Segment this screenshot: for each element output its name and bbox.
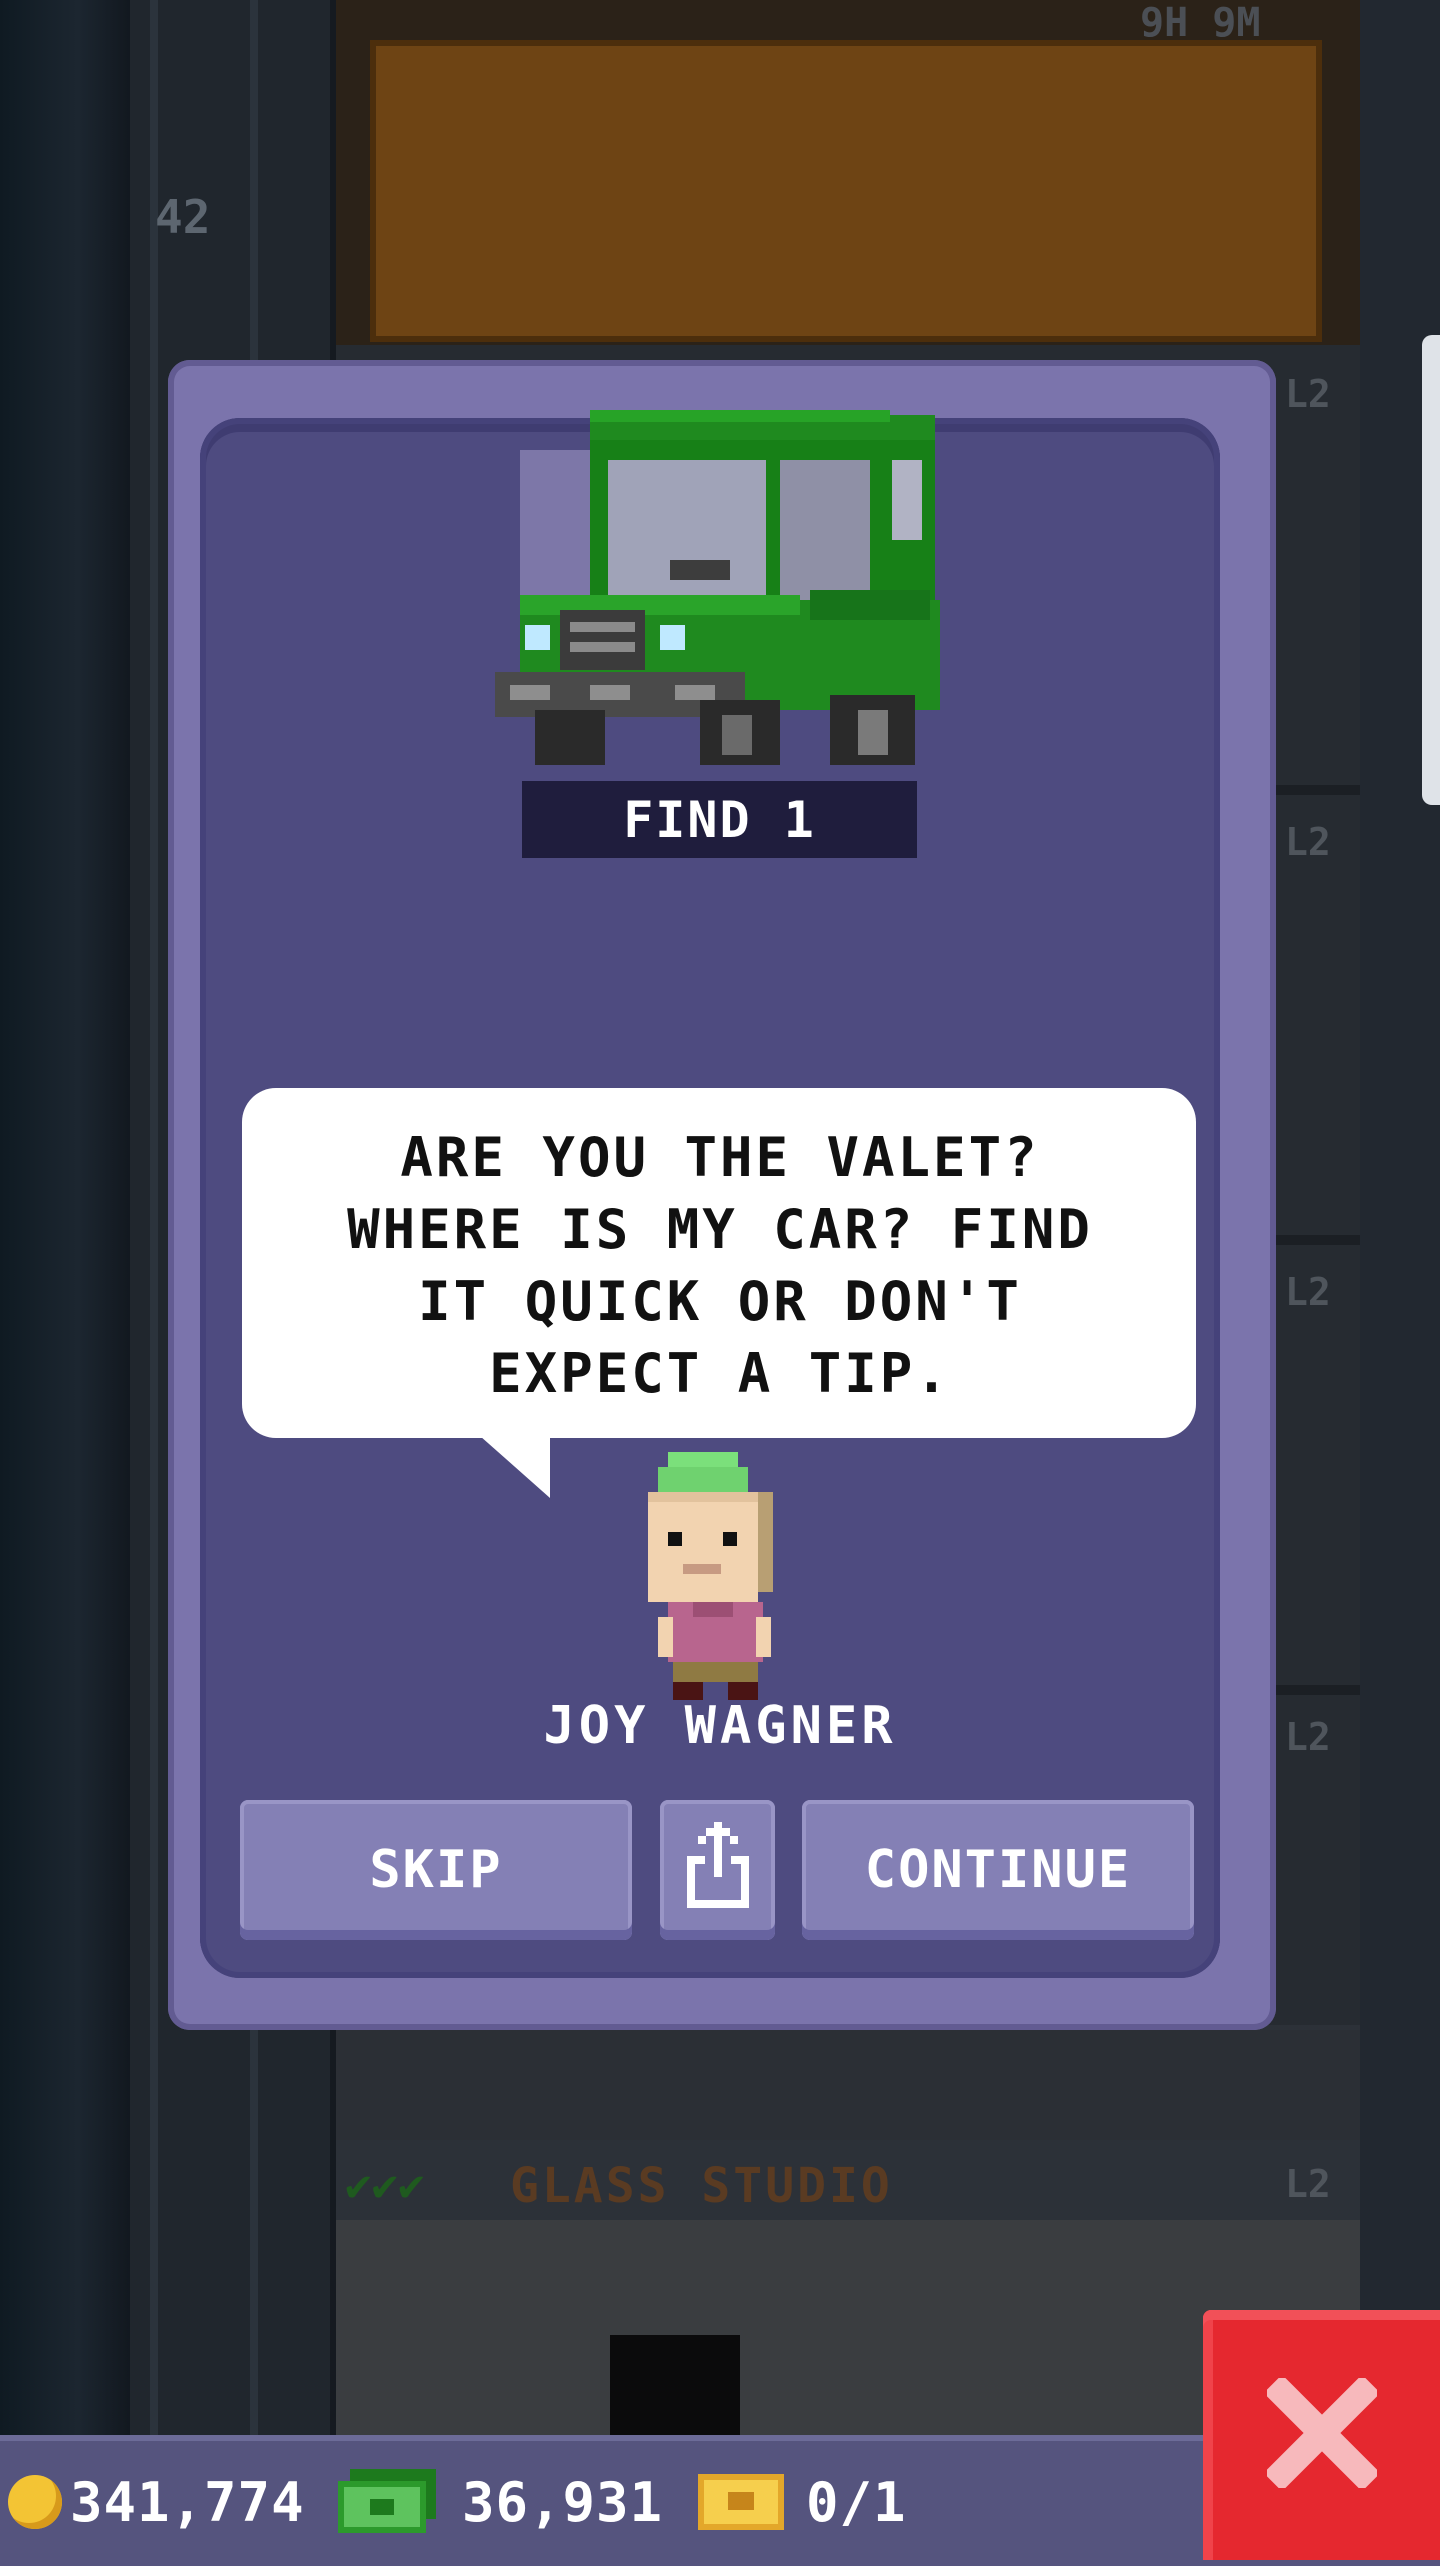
floor-level-label: L2 [1285, 1715, 1331, 1759]
bux-value: 36,931 [462, 2470, 664, 2534]
find-objective-label: FIND 1 [522, 781, 917, 858]
golden-ticket-icon [698, 2474, 784, 2530]
floor-level-label: L2 [1285, 1270, 1331, 1314]
floor-level-label: L2 [1285, 820, 1331, 864]
floor-number: 42 [155, 190, 211, 244]
character-name: JOY WAGNER [543, 1696, 897, 1756]
floor-level-label: L2 [1285, 2162, 1331, 2206]
character-avatar [638, 1452, 798, 1702]
bux-icon [338, 2469, 438, 2535]
close-icon [1263, 2374, 1380, 2492]
coins-counter: 341,774 [0, 2462, 305, 2542]
elevator-shaft [0, 0, 130, 2560]
coins-value: 341,774 [70, 2470, 305, 2534]
skip-button-label: SKIP [369, 1840, 503, 1900]
speech-bubble-text: ARE YOU THE VALET? WHERE IS MY CAR? FIND… [347, 1126, 1093, 1405]
residents-row [336, 2030, 1360, 2140]
skip-button[interactable]: SKIP [240, 1800, 632, 1940]
tickets-value: 0/1 [806, 2470, 907, 2534]
continue-button[interactable]: CONTINUE [802, 1800, 1194, 1940]
close-button[interactable] [1203, 2310, 1440, 2560]
share-icon [683, 1816, 753, 1925]
speech-bubble-tail [480, 1436, 550, 1498]
share-button[interactable] [660, 1800, 775, 1940]
construction-timer: 9H 9M [1140, 0, 1261, 46]
continue-button-label: CONTINUE [864, 1840, 1132, 1900]
bux-counter: 36,931 [338, 2462, 663, 2542]
floor-level-label: L2 [1285, 372, 1331, 416]
construction-banner [370, 40, 1322, 342]
green-car-icon [490, 410, 950, 770]
floor-name: GLASS STUDIO [510, 2158, 893, 2214]
door [610, 2335, 740, 2445]
side-tab[interactable] [1422, 335, 1440, 805]
tickets-counter: 0/1 [698, 2462, 907, 2542]
floor-checkmarks: ✔✔✔ [345, 2160, 425, 2211]
coin-icon [8, 2475, 62, 2529]
